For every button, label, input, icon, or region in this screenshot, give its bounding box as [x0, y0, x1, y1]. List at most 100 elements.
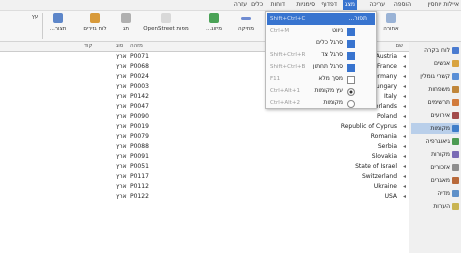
place-name: France — [377, 63, 397, 70]
sidebar-item-families[interactable]: משפחות — [411, 84, 459, 95]
expander-arrow-icon[interactable]: ◂ — [403, 162, 406, 172]
expander-arrow-icon[interactable]: ◂ — [403, 72, 406, 82]
checkbox-icon — [347, 52, 355, 60]
table-row[interactable]: ◂ Romania P0079 ארץ — [0, 132, 409, 142]
expander-arrow-icon[interactable]: ◂ — [403, 172, 406, 182]
expander-arrow-icon[interactable]: ◂ — [403, 132, 406, 142]
sidebar-item-relationships[interactable]: קשרי גומלין — [411, 71, 459, 82]
place-name: USA — [384, 193, 397, 200]
menu-go[interactable]: דפדוף — [321, 1, 337, 8]
menu-item-fullscreen[interactable]: מסך מלא F11 — [267, 73, 375, 85]
places-icon — [452, 125, 459, 132]
delete-button[interactable]: מחיקה — [231, 13, 261, 39]
menu-view[interactable]: מצג — [342, 0, 357, 10]
expander-arrow-icon[interactable]: ◂ — [403, 52, 406, 62]
menu-item-places[interactable]: מקומות Ctrl+Alt+2 — [267, 97, 375, 109]
menu-item-place-tree[interactable]: עץ מקומות Ctrl+Alt+1 — [267, 85, 375, 97]
sidebar-item-places[interactable]: מקומות — [411, 123, 459, 134]
charts-icon — [452, 99, 459, 106]
sidebar-item-people[interactable]: אנשים — [411, 58, 459, 69]
toolbar: אחורה מחיקה מיזוג... מפות OpenStreet תג … — [0, 11, 461, 42]
place-type: ארץ — [116, 53, 127, 60]
table-row[interactable]: ◂ USA P0122 ארץ — [0, 192, 409, 202]
menu-family-trees[interactable]: איילות יוחסין — [428, 1, 459, 8]
table-row[interactable]: ◂ State of Israel P0051 ארץ — [0, 162, 409, 172]
tag-icon — [121, 13, 131, 23]
expander-arrow-icon[interactable]: ◂ — [403, 182, 406, 192]
sidebar-item-repositories[interactable]: מאגרים — [411, 175, 459, 186]
place-type: ארץ — [116, 173, 127, 180]
menu-item-sidebar[interactable]: סרגל צד Shift+Ctrl+R — [267, 49, 375, 61]
sources-icon — [452, 151, 459, 158]
table-row[interactable]: ◂ Poland P0090 ארץ — [0, 112, 409, 122]
expander-arrow-icon[interactable]: ◂ — [403, 102, 406, 112]
menu-item-navigator[interactable]: ניווט Ctrl+M — [267, 25, 375, 37]
table-row[interactable]: ◂ Switzerland P0117 ארץ — [0, 172, 409, 182]
tag-button[interactable]: תג — [119, 13, 133, 39]
place-id: P0047 — [130, 103, 149, 110]
menu-item-configure[interactable]: תפור... Shift+Ctrl+C — [267, 13, 375, 25]
table-row[interactable]: ◂ Serbia P0088 ארץ — [0, 142, 409, 152]
menu-add[interactable]: הוספה — [394, 1, 411, 8]
citations-icon — [452, 164, 459, 171]
people-icon — [452, 60, 459, 67]
menu-help[interactable]: עזרה — [234, 1, 247, 8]
view-menu-dropdown: תפור... Shift+Ctrl+C ניווט Ctrl+M סרגל כ… — [265, 11, 377, 109]
menu-edit[interactable]: עריכה — [369, 1, 385, 8]
place-id: P0117 — [130, 173, 149, 180]
place-name: Slovakia — [371, 153, 397, 160]
sidebar-item-events[interactable]: אירועים — [411, 110, 459, 121]
table-row[interactable]: ◂ Slovakia P0091 ארץ — [0, 152, 409, 162]
place-type: ארץ — [116, 123, 127, 130]
tree-button[interactable]: עץ — [29, 13, 41, 39]
toolbar-separator — [42, 13, 43, 39]
place-type: ארץ — [116, 73, 127, 80]
expander-arrow-icon[interactable]: ◂ — [403, 122, 406, 132]
column-header-id[interactable]: מזהה — [130, 43, 143, 49]
expander-arrow-icon[interactable]: ◂ — [403, 112, 406, 122]
sidebar-item-citations[interactable]: אזכורים — [411, 162, 459, 173]
configure-button[interactable]: תצור... — [45, 13, 71, 39]
geography-icon — [452, 138, 459, 145]
checkbox-icon — [347, 64, 355, 72]
place-name: Austria — [375, 53, 397, 60]
place-name: Poland — [376, 113, 397, 120]
column-header-type[interactable]: סוג — [116, 43, 123, 49]
expander-arrow-icon[interactable]: ◂ — [403, 152, 406, 162]
sidebar-item-media[interactable]: מדיה — [411, 188, 459, 199]
place-name: Romania — [370, 133, 397, 140]
sidebar-item-notes[interactable]: הערות — [411, 201, 459, 212]
back-button[interactable]: אחורה — [377, 13, 405, 39]
menu-tools[interactable]: כלים — [251, 1, 263, 8]
table-row[interactable]: ◂ Republic of Cyprus P0019 ארץ — [0, 122, 409, 132]
expander-arrow-icon[interactable]: ◂ — [403, 92, 406, 102]
merge-button[interactable]: מיזוג... — [199, 13, 229, 39]
menu-item-bottombar[interactable]: סרגל תחתון Shift+Ctrl+B — [267, 61, 375, 73]
relationships-icon — [452, 73, 459, 80]
place-type: ארץ — [116, 143, 127, 150]
column-header-name[interactable]: שם — [395, 43, 403, 49]
place-id: P0090 — [130, 113, 149, 120]
expander-arrow-icon[interactable]: ◂ — [403, 142, 406, 152]
expander-arrow-icon[interactable]: ◂ — [403, 192, 406, 202]
dashboard-icon — [452, 47, 459, 54]
menu-bookmarks[interactable]: סימניות — [296, 1, 315, 8]
column-header-code[interactable]: קוד — [84, 43, 92, 49]
menu-reports[interactable]: דוחות — [271, 1, 285, 8]
media-icon — [452, 190, 459, 197]
place-type: ארץ — [116, 163, 127, 170]
menu-item-toolbar[interactable]: סרגל כלים — [267, 37, 375, 49]
expander-arrow-icon[interactable]: ◂ — [403, 62, 406, 72]
table-row[interactable]: ◂ Ukraine P0112 ארץ — [0, 182, 409, 192]
place-type: ארץ — [116, 113, 127, 120]
openstreetmap-button[interactable]: מפות OpenStreet — [137, 13, 195, 39]
sidebar-item-dashboard[interactable]: לוח בקרה — [411, 45, 459, 56]
expander-arrow-icon[interactable]: ◂ — [403, 82, 406, 92]
sidebar-item-geography[interactable]: גיאוגרפיה — [411, 136, 459, 147]
place-id: P0122 — [130, 193, 149, 200]
family-icon — [452, 86, 459, 93]
sidebar-item-charts[interactable]: תרשימים — [411, 97, 459, 108]
sidebar-item-sources[interactable]: מקורות — [411, 149, 459, 160]
place-name: Serbia — [377, 143, 397, 150]
clipboard-button[interactable]: לוח גזירים — [75, 13, 115, 39]
